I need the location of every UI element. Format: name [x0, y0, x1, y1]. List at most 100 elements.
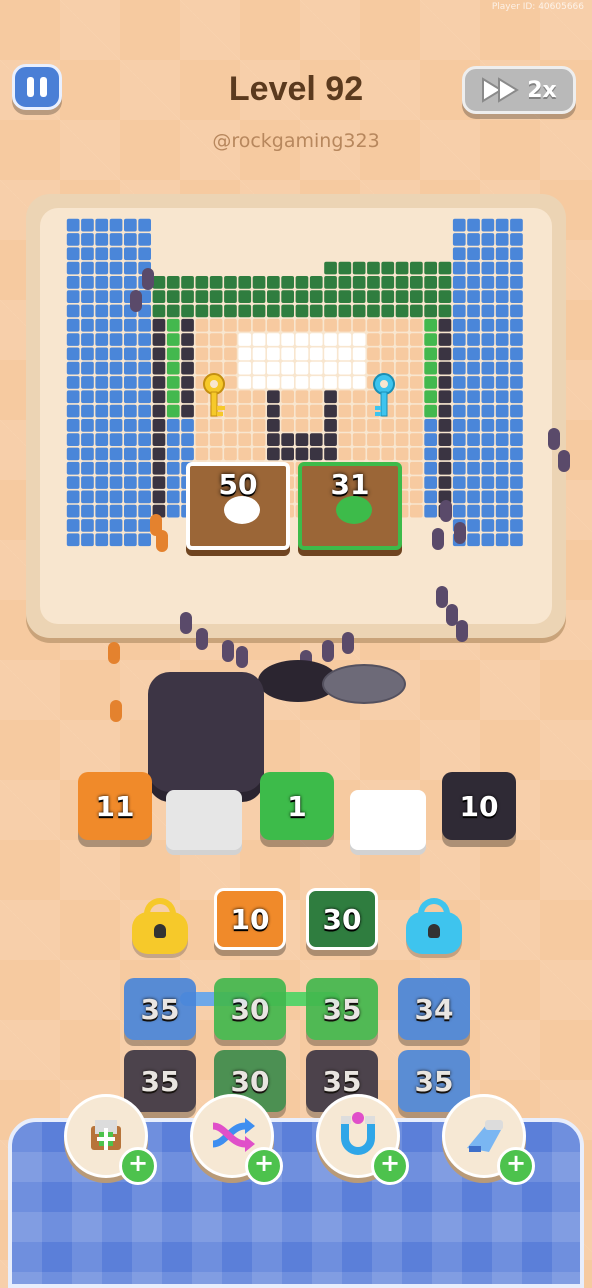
pixel-block [309, 376, 323, 389]
pixel-block [467, 333, 480, 346]
pixel-block [481, 447, 495, 461]
empty-queue-slot[interactable] [350, 790, 426, 850]
pixel-block [467, 290, 480, 303]
pixel-block [467, 419, 480, 432]
pixel-block [467, 433, 480, 446]
pixel-block [510, 433, 523, 446]
pixel-block [367, 347, 380, 361]
plus-icon[interactable]: + [497, 1147, 535, 1185]
pixel-block [495, 347, 509, 361]
plus-icon[interactable]: + [119, 1147, 157, 1185]
pixel-block [267, 390, 280, 404]
pixel-block [124, 504, 137, 518]
plus-icon[interactable]: + [245, 1147, 283, 1185]
pixel-block [438, 461, 452, 475]
stack-tile[interactable]: 10 [214, 888, 286, 950]
ant-icon [548, 428, 560, 450]
pixel-block [352, 419, 366, 432]
pixel-block [166, 447, 180, 461]
pixel-block [109, 247, 123, 261]
pixel-block [424, 504, 437, 518]
add-box-booster[interactable]: + [64, 1094, 157, 1185]
pixel-block [238, 347, 252, 361]
queue-tile[interactable]: 11 [78, 772, 152, 840]
speed-toggle-button[interactable]: 2x [462, 66, 576, 114]
pixel-block [309, 318, 323, 332]
pixel-block [395, 304, 409, 318]
pixel-block [95, 390, 109, 404]
crate-right[interactable]: 31 [298, 462, 402, 550]
pixel-block [81, 433, 94, 446]
pixel-block [352, 304, 366, 318]
pixel-block [66, 404, 80, 418]
pixel-block [438, 433, 452, 446]
pixel-block [81, 247, 94, 261]
pixel-block [81, 519, 94, 532]
stack-tile: 35 [306, 978, 378, 1040]
pixel-block [324, 290, 337, 303]
pixel-block [324, 276, 337, 289]
pixel-block [510, 376, 523, 389]
magnet-booster[interactable]: + [316, 1094, 409, 1185]
pixel-block [481, 390, 495, 404]
pixel-block [495, 361, 509, 375]
empty-queue-slot[interactable] [166, 790, 242, 850]
pixel-block [181, 376, 194, 389]
pixel-block [166, 276, 180, 289]
stack-tile[interactable]: 30 [306, 888, 378, 950]
pixel-block [81, 390, 94, 404]
pixel-block [209, 333, 223, 346]
pixel-block [367, 304, 380, 318]
pixel-block [267, 290, 280, 303]
queue-tile[interactable]: 10 [442, 772, 516, 840]
pixel-block [424, 419, 437, 432]
pixel-block [309, 447, 323, 461]
pixel-block [338, 261, 352, 275]
plus-icon[interactable]: + [371, 1147, 409, 1185]
vacuum-booster[interactable]: + [442, 1094, 535, 1185]
pixel-block [195, 447, 209, 461]
ant-icon [110, 700, 122, 722]
pixel-block [267, 304, 280, 318]
pixel-block [152, 490, 166, 504]
pixel-block [481, 233, 495, 246]
crate-left[interactable]: 50 [186, 462, 290, 550]
pixel-block [309, 390, 323, 404]
shuffle-booster[interactable]: + [190, 1094, 283, 1185]
queue-tile[interactable]: 1 [260, 772, 334, 840]
pixel-block [410, 447, 423, 461]
pixel-block [138, 504, 151, 518]
speed-label: 2x [527, 77, 557, 103]
pixel-block [124, 233, 137, 246]
pixel-block [410, 390, 423, 404]
pixel-block [295, 333, 309, 346]
pixel-block [109, 261, 123, 275]
pixel-block [510, 361, 523, 375]
ant-icon [236, 646, 248, 668]
pixel-block [338, 347, 352, 361]
ant-icon [108, 642, 120, 664]
pixel-block [410, 433, 423, 446]
pixel-block [152, 290, 166, 303]
pixel-block [81, 447, 94, 461]
pixel-block [66, 533, 80, 547]
stack-tile: 30 [214, 978, 286, 1040]
pixel-block [495, 304, 509, 318]
pixel-block [267, 433, 280, 446]
pixel-block [252, 333, 266, 346]
pixel-block [152, 376, 166, 389]
pixel-block [124, 318, 137, 332]
pixel-block [438, 333, 452, 346]
pixel-block [66, 376, 80, 389]
pixel-block [181, 333, 194, 346]
pixel-block [324, 318, 337, 332]
pixel-block [238, 433, 252, 446]
pixel-block [109, 347, 123, 361]
pixel-block [495, 490, 509, 504]
pixel-block [424, 333, 437, 346]
pixel-block [195, 290, 209, 303]
fast-forward-icon [482, 77, 520, 103]
pixel-block [410, 461, 423, 475]
pixel-block [267, 347, 280, 361]
pixel-block [138, 533, 151, 547]
